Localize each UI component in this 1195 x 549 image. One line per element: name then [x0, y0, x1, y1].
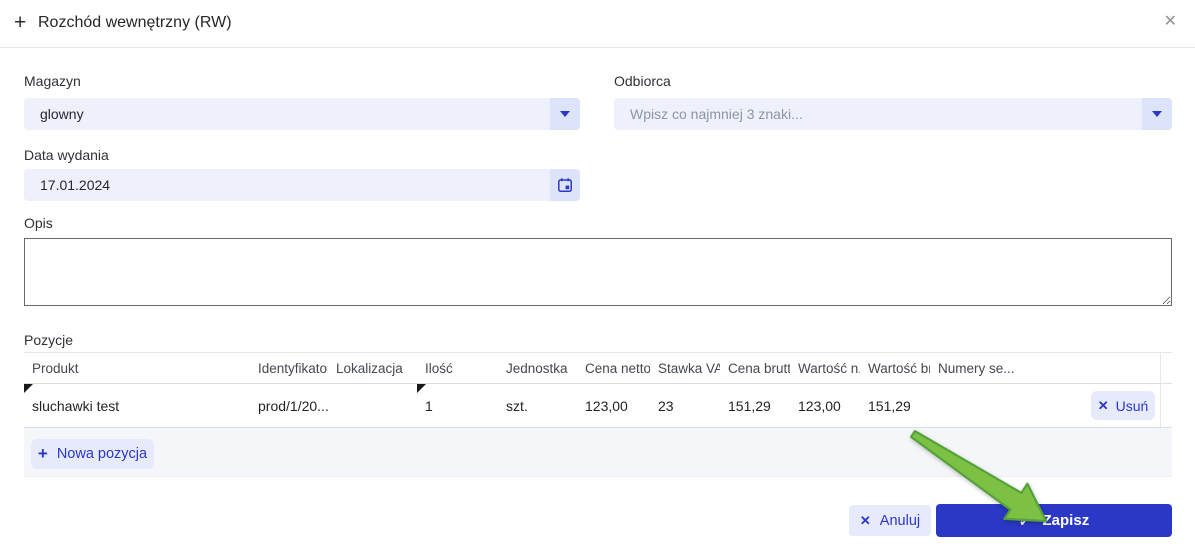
cell-cena-netto-value: 123,00 — [585, 397, 628, 414]
plus-icon: + — [37, 443, 48, 463]
save-button[interactable]: ✓ Zapisz — [936, 504, 1172, 537]
data-wydania-value: 17.01.2024 — [40, 177, 111, 193]
cell-cena-brutto-value: 151,29 — [728, 397, 771, 414]
pozycje-label: Pozycje — [24, 332, 74, 348]
save-label: Zapisz — [1042, 512, 1090, 529]
data-wydania-label: Data wydania — [24, 147, 109, 163]
opis-label: Opis — [24, 215, 53, 231]
cell-ilosc-value: 1 — [425, 397, 433, 414]
column-header-identyfikator: Identyfikator — [258, 360, 328, 376]
column-header-produkt: Produkt — [32, 360, 79, 376]
pozycje-table: Produkt Identyfikator Lokalizacja Ilość … — [24, 352, 1172, 477]
column-header-ilosc: Ilość — [425, 360, 453, 376]
cell-produkt-value: sluchawki test — [32, 397, 120, 414]
magazyn-dropdown-button[interactable] — [550, 98, 580, 130]
table-scrollbar-spacer — [1160, 353, 1172, 383]
column-header-cena-netto: Cena netto — [585, 360, 650, 376]
cell-lokalizacja[interactable] — [328, 384, 417, 427]
table-row: sluchawki test prod/1/20... 1 szt. 123,0… — [24, 384, 1172, 428]
column-header-stawka-vat: Stawka VAT — [658, 360, 720, 376]
magazyn-value: glowny — [40, 106, 84, 122]
cell-stawka-vat[interactable]: 23 — [650, 384, 720, 427]
column-header-wartosc-brutto: Wartość br... — [868, 360, 930, 376]
chevron-down-icon — [1152, 111, 1162, 117]
cell-wartosc-brutto-value: 151,29 — [868, 397, 911, 414]
data-wydania-field[interactable]: 17.01.2024 — [24, 169, 580, 201]
x-icon: ✕ — [859, 513, 871, 528]
modal-title: Rozchód wewnętrzny (RW) — [38, 14, 232, 31]
column-header-cena-brutto: Cena brutto — [728, 360, 790, 376]
cell-wartosc-netto[interactable]: 123,00 — [790, 384, 860, 427]
table-scrollbar-spacer — [1160, 384, 1172, 427]
column-header-jednostka: Jednostka — [506, 360, 568, 376]
calendar-button[interactable] — [550, 169, 580, 201]
modal-header: + Rozchód wewnętrzny (RW) ✕ — [0, 0, 1195, 48]
cell-produkt[interactable]: sluchawki test — [24, 384, 250, 427]
plus-icon: + — [14, 11, 27, 34]
column-header-wartosc-netto: Wartość n... — [798, 360, 860, 376]
cell-edit-marker — [417, 384, 426, 393]
cancel-button[interactable]: ✕ Anuluj — [849, 505, 931, 536]
table-footer: + Nowa pozycja — [24, 428, 1172, 477]
column-header-lokalizacja: Lokalizacja — [336, 360, 403, 376]
column-header-numery-seryjne: Numery se... — [938, 360, 1015, 376]
cell-wartosc-netto-value: 123,00 — [798, 397, 841, 414]
check-icon: ✓ — [1018, 512, 1031, 529]
odbiorca-input[interactable] — [614, 105, 1142, 123]
table-header-row: Produkt Identyfikator Lokalizacja Ilość … — [24, 352, 1172, 384]
chevron-down-icon — [560, 111, 570, 117]
odbiorca-dropdown-button[interactable] — [1142, 98, 1172, 130]
odbiorca-label: Odbiorca — [614, 73, 671, 89]
cell-cena-brutto[interactable]: 151,29 — [720, 384, 790, 427]
opis-textarea[interactable] — [24, 238, 1172, 306]
cell-numery-seryjne[interactable] — [930, 384, 1085, 427]
add-position-label: Nowa pozycja — [56, 446, 148, 462]
cell-wartosc-brutto[interactable]: 151,29 — [860, 384, 930, 427]
magazyn-select[interactable]: glowny — [24, 98, 580, 130]
cell-cena-netto[interactable]: 123,00 — [577, 384, 650, 427]
magazyn-label: Magazyn — [24, 73, 81, 89]
cell-jednostka[interactable]: szt. — [498, 384, 577, 427]
cell-actions: ✕ Usuń — [1085, 384, 1160, 427]
cancel-label: Anuluj — [879, 512, 921, 529]
delete-row-button[interactable]: ✕ Usuń — [1091, 391, 1155, 420]
cell-identyfikator[interactable]: prod/1/20... — [250, 384, 328, 427]
cell-edit-marker — [24, 384, 33, 393]
column-header-actions — [1085, 353, 1160, 383]
close-icon[interactable]: ✕ — [1164, 12, 1177, 32]
add-position-button[interactable]: + Nowa pozycja — [31, 439, 154, 469]
odbiorca-combobox[interactable] — [614, 98, 1172, 130]
calendar-icon — [558, 178, 572, 192]
cell-ilosc[interactable]: 1 — [417, 384, 498, 427]
cell-jednostka-value: szt. — [506, 397, 528, 414]
cell-stawka-vat-value: 23 — [658, 397, 674, 414]
delete-row-label: Usuń — [1115, 397, 1149, 414]
cell-identyfikator-value: prod/1/20... — [258, 397, 328, 414]
x-icon: ✕ — [1097, 398, 1109, 413]
